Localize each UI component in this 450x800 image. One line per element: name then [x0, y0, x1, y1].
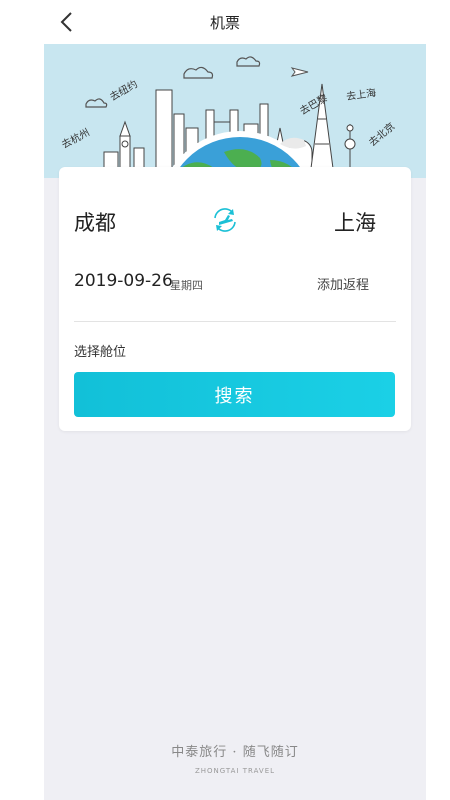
swap-cities-button[interactable] — [210, 205, 240, 235]
flight-search-card: 成都 上海 2019-09-26 星期四 添加返程 选择舱位 搜索 — [59, 167, 411, 431]
main-content: 去纽约 去杭州 去巴黎 去上海 去北京 成都 上海 2019-09-26 星期四… — [44, 44, 426, 800]
navigation-bar: 机票 — [0, 0, 450, 44]
banner-illustration — [85, 56, 356, 178]
search-button[interactable]: 搜索 — [74, 372, 395, 417]
footer-slogan: 中泰旅行 · 随飞随订 — [171, 745, 299, 760]
footer-brand-english: ZHONGTAI TRAVEL — [194, 767, 276, 775]
divider — [74, 321, 396, 322]
departure-weekday: 星期四 — [170, 279, 203, 292]
swap-plane-icon — [214, 208, 236, 232]
arrival-city[interactable]: 上海 — [334, 207, 376, 237]
cabin-class-selector[interactable]: 选择舱位 — [74, 341, 126, 360]
travel-banner: 去纽约 去杭州 去巴黎 去上海 去北京 — [44, 44, 426, 178]
add-return-trip-button[interactable]: 添加返程 — [317, 274, 369, 293]
departure-city[interactable]: 成都 — [74, 207, 116, 237]
departure-date[interactable]: 2019-09-26 — [74, 271, 173, 291]
page-title: 机票 — [209, 14, 240, 32]
flight-search-page: 机票 去纽约 去杭州 去巴黎 去上海 去北京 成都 上海 2019-09-26 … — [0, 0, 450, 800]
